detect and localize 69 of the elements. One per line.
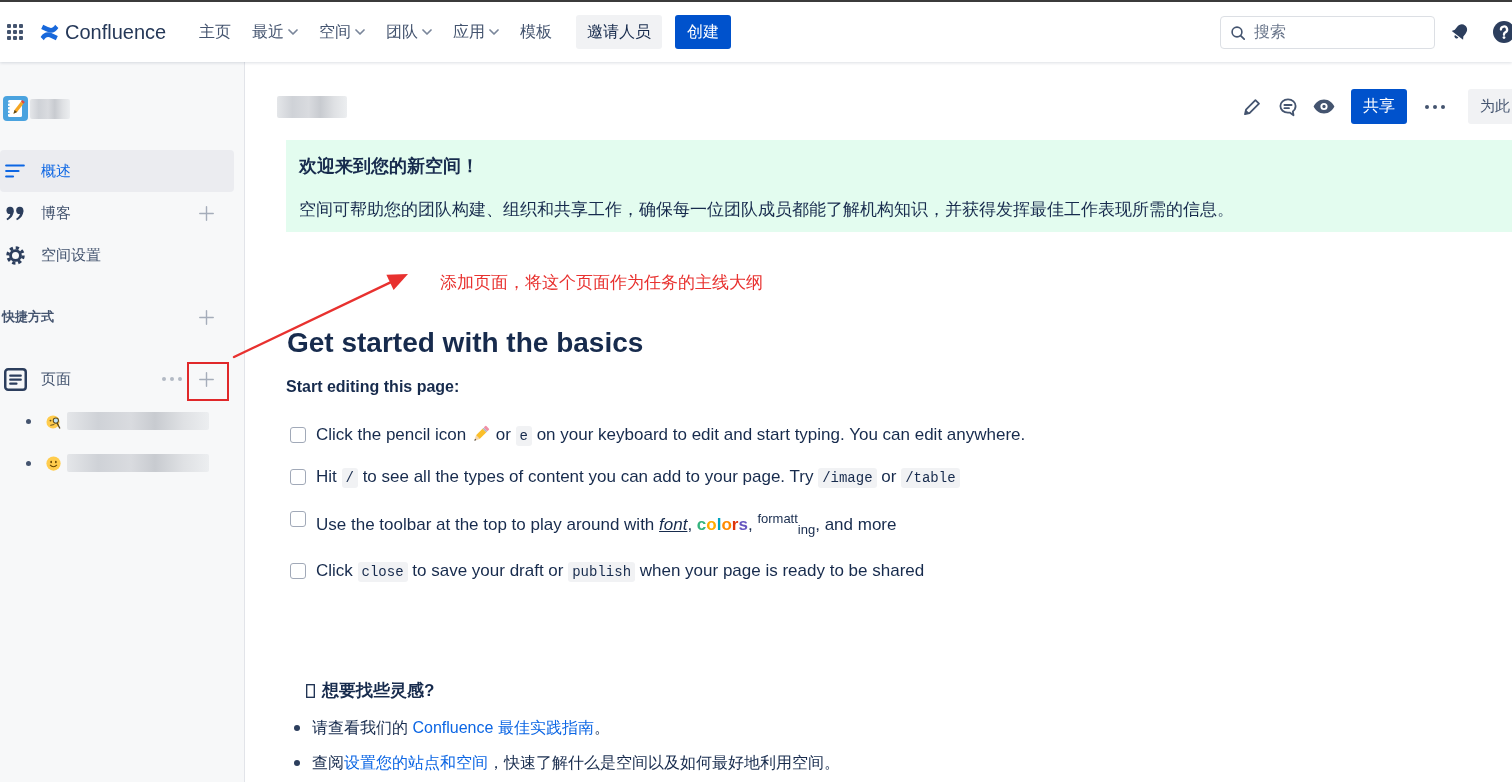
- notifications-button[interactable]: [1450, 22, 1470, 42]
- welcome-title: 欢迎来到您的新空间！: [299, 155, 480, 178]
- annotation-text: 添加页面，将这个页面作为任务的主线大纲: [440, 272, 764, 294]
- highlight-frame: [187, 362, 229, 401]
- subheading: Start editing this page:: [286, 377, 461, 397]
- list-item-text: 请查看我们的 Confluence 最佳实践指南。: [312, 718, 610, 739]
- task-text: Use the toolbar at the top to play around with font, colors, $^{formatt}$ $_{ing}$, and more: [316, 510, 897, 540]
- monocle-face-icon: [46, 413, 61, 429]
- section-heading: 快捷方式: [0, 308, 55, 326]
- nav-menu-item[interactable]: 空间: [319, 16, 366, 48]
- chevron-down-icon: [288, 29, 299, 35]
- settings-icon: [5, 245, 25, 265]
- plus-icon: [198, 205, 214, 221]
- sidebar-item[interactable]: 空间设置: [0, 234, 234, 276]
- share-button[interactable]: 共享: [1351, 89, 1407, 124]
- list-item-text: 查阅设置您的站点和空间，快速了解什么是空间以及如何最好地利用空间。: [312, 753, 840, 774]
- task-text: Click close to save your draft or publish when your page is ready to be shared: [316, 560, 925, 585]
- page-heading: Get started with the basics: [287, 326, 645, 360]
- eye-icon: [1313, 99, 1335, 114]
- checkbox[interactable]: [290, 511, 306, 527]
- nav-menu-item[interactable]: 应用: [453, 16, 500, 48]
- glyph-box-icon: [306, 684, 315, 699]
- chevron-down-icon: [422, 29, 433, 35]
- product-logo[interactable]: Confluence: [40, 20, 167, 44]
- bullet-icon: [294, 760, 300, 767]
- pencil-icon: [1242, 96, 1262, 117]
- bullet-icon: [26, 418, 31, 424]
- logo-icon: [40, 23, 59, 41]
- invite-button[interactable]: 邀请人员: [576, 15, 663, 49]
- chevron-down-icon: [489, 29, 500, 35]
- more-icon: [162, 377, 182, 381]
- smiley-icon: [46, 455, 61, 471]
- bullet-icon: [294, 725, 300, 732]
- nav-menu-item[interactable]: 团队: [386, 16, 433, 48]
- help-button[interactable]: [1493, 21, 1512, 43]
- search-field[interactable]: 搜索: [1220, 15, 1435, 49]
- sidebar-item[interactable]: 博客: [0, 192, 194, 234]
- grid-icon: [7, 24, 23, 40]
- document-icon: [4, 367, 27, 391]
- sidebar-item[interactable]: 页面: [0, 358, 160, 400]
- plus-icon: [198, 371, 214, 387]
- checkbox[interactable]: [290, 563, 306, 580]
- bullet-icon: [26, 460, 31, 466]
- toolbar-button[interactable]: 为此: [1468, 89, 1512, 124]
- app-switcher-button[interactable]: [7, 24, 23, 40]
- create-button[interactable]: 创建: [675, 15, 732, 49]
- checkbox[interactable]: [290, 427, 306, 443]
- plus-icon: [198, 309, 214, 325]
- more-icon: [1425, 104, 1445, 109]
- lines-icon: [5, 164, 25, 178]
- bell-icon: [1450, 22, 1470, 42]
- chevron-down-icon: [355, 29, 366, 35]
- comment-icon: [1278, 96, 1298, 117]
- notebook-icon: [3, 96, 28, 121]
- nav-menu-item[interactable]: 主页: [199, 16, 232, 48]
- redacted-text: [30, 98, 70, 119]
- task-text: Click the pencil icon or e on your keyboard to edit and start typing. You can edit anywhere.: [316, 423, 1026, 448]
- redacted-text: [277, 95, 347, 118]
- link[interactable]: 设置您的站点和空间: [344, 754, 488, 772]
- link[interactable]: Confluence 最佳实践指南: [412, 719, 594, 737]
- checkbox[interactable]: [290, 469, 306, 485]
- welcome-text: 空间可帮助您的团队构建、组织和共享工作，确保每一位团队成员都能了解机构知识，并获得发挥最佳工作表现所需的信息。: [299, 199, 1235, 221]
- section-title: 想要找些灵感?: [322, 680, 435, 703]
- nav-menu-item[interactable]: 模板: [520, 16, 553, 48]
- quote-icon: [5, 205, 25, 221]
- nav-menu-item[interactable]: 最近: [252, 16, 299, 48]
- task-text: Hit / to see all the types of content you can add to your page. Try /image or /table: [316, 464, 960, 491]
- search-icon: [1231, 25, 1245, 40]
- sidebar-item[interactable]: 概述: [0, 150, 234, 192]
